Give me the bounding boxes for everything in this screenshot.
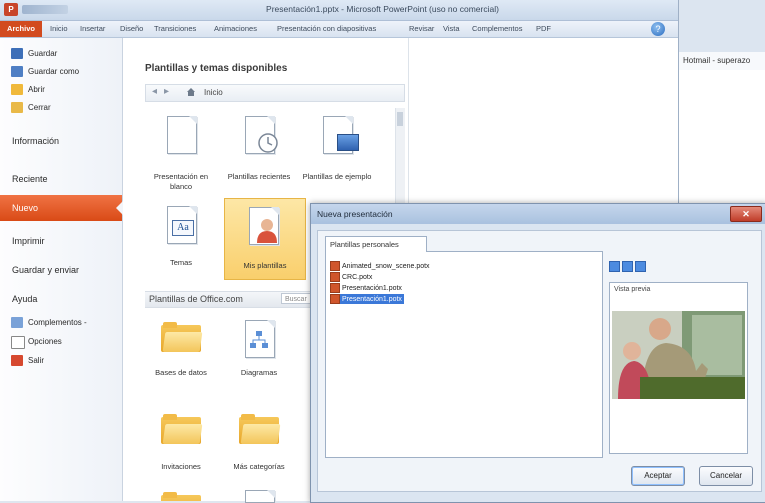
home-icon[interactable] <box>186 87 196 97</box>
list-item-selected[interactable]: Presentación1.potx <box>330 294 404 304</box>
clock-icon <box>258 133 278 153</box>
options-icon <box>11 336 25 349</box>
view-mode-buttons <box>609 261 646 272</box>
preview-box: Vista previa <box>609 282 748 454</box>
tab-diseno[interactable]: Diseño <box>120 24 143 33</box>
tab-archivo[interactable]: Archivo <box>0 21 42 37</box>
aa-icon: Aa <box>172 220 194 236</box>
addins-icon <box>11 317 23 328</box>
page-title: Plantillas y temas disponibles <box>145 63 288 74</box>
tab-revisar[interactable]: Revisar <box>409 24 434 33</box>
potx-file-icon <box>330 294 340 304</box>
list-item[interactable]: Animated_snow_scene.potx <box>330 261 430 271</box>
sidebar-item-nuevo[interactable]: Nuevo <box>0 195 123 221</box>
tab-insertar[interactable]: Insertar <box>80 24 105 33</box>
backstage-sidebar: Guardar Guardar como Abrir Cerrar Inform… <box>0 38 123 501</box>
tab-vista[interactable]: Vista <box>443 24 460 33</box>
save-icon <box>11 48 23 59</box>
office-templates-label: Plantillas de Office.com <box>149 294 243 304</box>
potx-file-icon <box>330 283 340 293</box>
monitor-icon <box>337 134 359 151</box>
forward-arrow-icon[interactable]: ▸ <box>164 86 169 97</box>
template-file-list[interactable]: Animated_snow_scene.potx CRC.potx Presen… <box>325 251 603 458</box>
sidebar-item-informacion[interactable]: Información <box>0 128 122 154</box>
tile-temas[interactable]: Aa Temas <box>145 202 217 274</box>
sidebar-item-guardar-enviar[interactable]: Guardar y enviar <box>0 257 122 283</box>
details-view-icon[interactable] <box>635 261 646 272</box>
sidebar-item-salir[interactable]: Salir <box>0 353 122 369</box>
tile-invitaciones[interactable]: Invitaciones <box>145 408 217 478</box>
folder-icon <box>239 414 281 444</box>
list-item[interactable]: CRC.potx <box>330 272 372 282</box>
title-bar: P Presentación1.pptx - Microsoft PowerPo… <box>0 0 765 21</box>
exit-icon <box>11 355 23 366</box>
scrollbar-up-button[interactable] <box>397 112 403 126</box>
tab-complementos[interactable]: Complementos <box>472 24 522 33</box>
potx-file-icon <box>330 261 340 271</box>
large-icons-view-icon[interactable] <box>609 261 620 272</box>
sidebar-item-opciones[interactable]: Opciones <box>0 334 122 350</box>
sidebar-item-complementos[interactable]: Complementos - <box>0 315 122 331</box>
sidebar-item-guardar[interactable]: Guardar <box>0 46 122 62</box>
tab-plantillas-personales[interactable]: Plantillas personales <box>325 236 427 252</box>
folder-icon <box>161 492 201 501</box>
tile-presentacion-en-blanco[interactable]: Presentación en blanco <box>145 110 217 198</box>
tile-plantillas-recientes[interactable]: Plantillas recientes <box>223 110 295 198</box>
list-view-icon[interactable] <box>622 261 633 272</box>
tile-mas-categorias[interactable]: Más categorías <box>223 408 295 478</box>
user-icon <box>257 219 277 243</box>
tile-mis-plantillas[interactable]: Mis plantillas <box>224 198 306 280</box>
ribbon-tabs: Archivo Inicio Insertar Diseño Transicio… <box>0 21 765 38</box>
breadcrumb: ◂ ▸ Inicio <box>145 84 405 102</box>
list-item[interactable]: Presentación1.potx <box>330 283 402 293</box>
dialog-title-bar[interactable]: Nueva presentación ✕ <box>311 204 765 224</box>
tab-transiciones[interactable]: Transiciones <box>154 24 196 33</box>
document-icon <box>245 490 275 503</box>
nueva-presentacion-dialog: Nueva presentación ✕ Plantillas personal… <box>310 203 765 503</box>
blank-document-icon <box>167 116 197 154</box>
preview-label: Vista previa <box>614 286 651 293</box>
open-folder-icon <box>11 84 23 95</box>
cancelar-button[interactable]: Cancelar <box>699 466 753 486</box>
folder-icon <box>161 414 203 444</box>
window-title: Presentación1.pptx - Microsoft PowerPoin… <box>266 4 499 14</box>
aceptar-button[interactable]: Aceptar <box>631 466 685 486</box>
sidebar-item-abrir[interactable]: Abrir <box>0 82 122 98</box>
help-icon[interactable]: ? <box>651 22 665 36</box>
save-as-icon <box>11 66 23 77</box>
tile-diagramas[interactable]: Diagramas <box>223 316 295 386</box>
tab-pdf[interactable]: PDF <box>536 24 551 33</box>
sidebar-item-reciente[interactable]: Reciente <box>0 166 122 192</box>
sidebar-item-cerrar[interactable]: Cerrar <box>0 100 122 116</box>
folder-icon <box>161 322 203 352</box>
potx-file-icon <box>330 272 340 282</box>
sidebar-item-ayuda[interactable]: Ayuda <box>0 286 122 312</box>
breadcrumb-label: Inicio <box>204 88 223 97</box>
sidebar-item-imprimir[interactable]: Imprimir <box>0 228 122 254</box>
back-arrow-icon[interactable]: ◂ <box>152 86 157 97</box>
tab-inicio[interactable]: Inicio <box>50 24 68 33</box>
dialog-title: Nueva presentación <box>317 209 393 219</box>
browser-tab[interactable]: Hotmail - superazo <box>679 52 765 71</box>
dialog-close-button[interactable]: ✕ <box>730 206 762 222</box>
tab-animaciones[interactable]: Animaciones <box>214 24 257 33</box>
tab-presentacion[interactable]: Presentación con diapositivas <box>277 24 376 33</box>
close-file-icon <box>11 102 23 113</box>
diagram-icon <box>250 331 268 348</box>
template-preview-image <box>612 311 745 399</box>
tile-bases-de-datos[interactable]: Bases de datos <box>145 316 217 386</box>
sidebar-item-guardar-como[interactable]: Guardar como <box>0 64 122 80</box>
tile-plantillas-de-ejemplo[interactable]: Plantillas de ejemplo <box>301 110 373 198</box>
